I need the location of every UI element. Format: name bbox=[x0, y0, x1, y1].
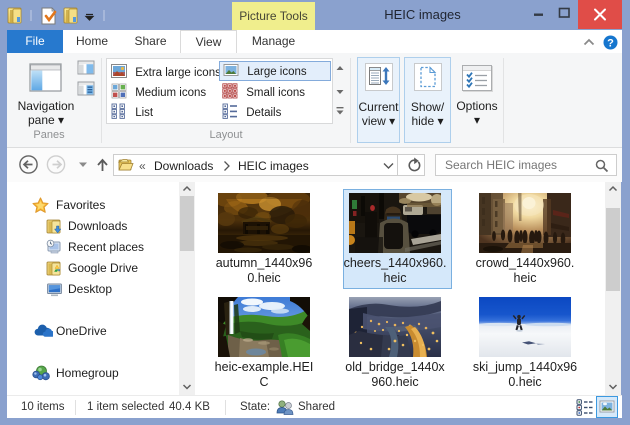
svg-text:?: ? bbox=[607, 38, 614, 50]
